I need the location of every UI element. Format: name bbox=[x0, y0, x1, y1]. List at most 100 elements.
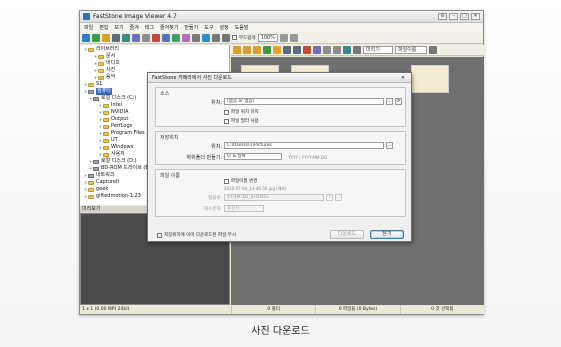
details-icon[interactable] bbox=[333, 46, 341, 54]
zoom-out-icon[interactable] bbox=[212, 33, 220, 42]
file-filter-checkbox[interactable]: 파일 필터 사용 bbox=[224, 118, 259, 124]
source-browse-button[interactable]: … bbox=[386, 98, 393, 105]
folder-icon bbox=[103, 124, 109, 129]
subfolder-select[interactable]: 년 & 날짜 bbox=[224, 153, 282, 160]
zoom-combo[interactable]: 100% bbox=[257, 33, 278, 42]
sort-combo[interactable]: 파일이름 bbox=[395, 46, 427, 54]
rename-group: 파일 이름 파일이름 변경 2010-07-04_14-46-56.jpg (예… bbox=[155, 169, 406, 217]
checkbox-box[interactable] bbox=[157, 232, 162, 238]
fullscreen-icon[interactable] bbox=[202, 33, 210, 42]
checkbox-box[interactable] bbox=[232, 35, 237, 40]
view-icon[interactable] bbox=[323, 46, 331, 54]
rename-group-label: 파일 이름 bbox=[160, 173, 180, 179]
fit-icon[interactable] bbox=[289, 33, 298, 42]
download-button[interactable]: 다운로드 bbox=[330, 230, 364, 239]
menu-tools[interactable]: 도구 bbox=[204, 24, 213, 31]
up-folder-icon[interactable] bbox=[253, 46, 261, 54]
checkbox-box[interactable] bbox=[224, 109, 229, 115]
rename-checkbox[interactable]: 파일이름 변경 bbox=[224, 178, 257, 184]
folder-icon[interactable] bbox=[102, 33, 110, 42]
resize-icon[interactable] bbox=[182, 33, 190, 42]
thumb-size-combo[interactable]: 미리기 bbox=[363, 46, 393, 54]
tree-item-label: 사진 bbox=[106, 67, 116, 73]
checkbox-box[interactable] bbox=[224, 118, 229, 124]
move-icon[interactable] bbox=[293, 46, 301, 54]
thumbnail[interactable] bbox=[411, 65, 449, 93]
menu-view[interactable]: 보기 bbox=[114, 24, 123, 31]
smooth-checkbox[interactable]: 부드럽게 bbox=[232, 35, 256, 41]
tree-item[interactable]: + 문서 bbox=[80, 53, 229, 60]
email-icon[interactable] bbox=[132, 33, 140, 42]
menu-favorites[interactable]: 즐겨찾기 bbox=[160, 24, 178, 31]
menu-edit[interactable]: 편집 bbox=[99, 24, 108, 31]
menu-create[interactable]: 만들기 bbox=[184, 24, 198, 31]
slideshow-icon[interactable] bbox=[142, 33, 150, 42]
menu-file[interactable]: 파일 bbox=[84, 24, 93, 31]
checkbox-box[interactable] bbox=[224, 178, 229, 184]
case-select[interactable]: 소문자 bbox=[224, 205, 264, 212]
forward-icon[interactable] bbox=[243, 46, 251, 54]
help-icon[interactable]: ⊖ bbox=[438, 13, 447, 20]
hand-icon[interactable] bbox=[279, 33, 288, 42]
tree-item[interactable]: + 라이브러리 bbox=[80, 46, 229, 53]
menu-favorites-short[interactable]: 즐겨 bbox=[130, 24, 139, 31]
source-refresh-icon[interactable]: ⟳ bbox=[395, 98, 402, 105]
source-location-select[interactable]: (없음 or 없음) bbox=[224, 98, 384, 105]
browse-icon[interactable] bbox=[92, 33, 100, 42]
star-icon[interactable] bbox=[353, 46, 361, 54]
menu-tag[interactable]: 태그 bbox=[145, 24, 154, 31]
tree-item-label: 로컬 디스크 (D:) bbox=[101, 158, 137, 164]
drive-icon bbox=[88, 173, 94, 178]
tree-item-label: 네트워크 bbox=[96, 172, 115, 178]
dest-folder-label: 위치: bbox=[211, 144, 222, 150]
caption: 사진 다운로드 bbox=[251, 326, 310, 337]
compare-icon[interactable] bbox=[192, 33, 200, 42]
menu-settings[interactable]: 설정 bbox=[219, 24, 228, 31]
tree-item-label: 로컬 디스크 (C:) bbox=[101, 95, 137, 101]
filter-icon[interactable] bbox=[343, 46, 351, 54]
rotate-icon[interactable] bbox=[162, 33, 170, 42]
print-icon[interactable] bbox=[122, 33, 130, 42]
dest-folder-input[interactable]: C:\Users\s1\Pictures bbox=[224, 142, 384, 149]
skip-downloaded-checkbox[interactable]: 저장위치에 이미 다운로드된 파일 무시 bbox=[157, 232, 236, 238]
tree-item-label: 비디오 bbox=[106, 60, 120, 66]
tree-item-label: NVIDIA bbox=[111, 109, 129, 115]
select-icon[interactable] bbox=[313, 46, 321, 54]
copy-icon[interactable] bbox=[283, 46, 291, 54]
folder-icon bbox=[98, 54, 104, 59]
folder-icon bbox=[103, 138, 109, 143]
folder-icon bbox=[98, 68, 104, 73]
crop-icon[interactable] bbox=[172, 33, 180, 42]
save-icon[interactable] bbox=[112, 33, 120, 42]
open-icon[interactable] bbox=[82, 33, 90, 42]
tree-item-label: BD-ROM 드라이브 (E:) bbox=[101, 165, 153, 171]
menu-help[interactable]: 도움말 bbox=[235, 24, 249, 31]
window-title: FastStone Image Viewer 4.7 bbox=[93, 13, 177, 20]
dialog-title: FastStone 카메라에서 사진 다운로드 bbox=[152, 75, 232, 81]
minimize-button[interactable]: – bbox=[449, 13, 458, 20]
keep-location-checkbox[interactable]: 파일 위치 유지 bbox=[224, 109, 259, 115]
tree-item[interactable]: + 비디오 bbox=[80, 60, 229, 67]
tree-item-label: Program Files bbox=[111, 130, 145, 136]
delete-icon[interactable] bbox=[152, 33, 160, 42]
delete-file-icon[interactable] bbox=[303, 46, 311, 54]
template-more-button[interactable]: … bbox=[335, 194, 342, 201]
template-input[interactable]: $Y-$M-$D_$H$N$S bbox=[224, 194, 324, 201]
refresh-icon[interactable] bbox=[263, 46, 271, 54]
tree-item-label: 음악 bbox=[106, 74, 116, 80]
folder-icon bbox=[88, 187, 94, 192]
status-bar: 0 폴더 0 파일들 (0 Bytes) 0 것 선택됨 bbox=[231, 305, 484, 314]
zoom-in-icon[interactable] bbox=[222, 33, 230, 42]
close-button[interactable]: ✕ bbox=[471, 13, 480, 20]
maximize-button[interactable]: □ bbox=[460, 13, 469, 20]
tree-item-label: giftedmotion-1.23 bbox=[96, 193, 141, 199]
dialog-close-button[interactable]: 닫기 bbox=[370, 230, 404, 239]
template-help-button[interactable]: ? bbox=[326, 194, 333, 201]
dialog-close-icon[interactable]: ✕ bbox=[399, 75, 407, 81]
sort-order-icon[interactable] bbox=[429, 46, 437, 54]
folder-icon bbox=[88, 47, 94, 52]
dest-browse-button[interactable]: … bbox=[386, 142, 393, 149]
back-icon[interactable] bbox=[233, 46, 241, 54]
source-group-label: 소스 bbox=[160, 91, 170, 97]
favorite-icon[interactable] bbox=[273, 46, 281, 54]
